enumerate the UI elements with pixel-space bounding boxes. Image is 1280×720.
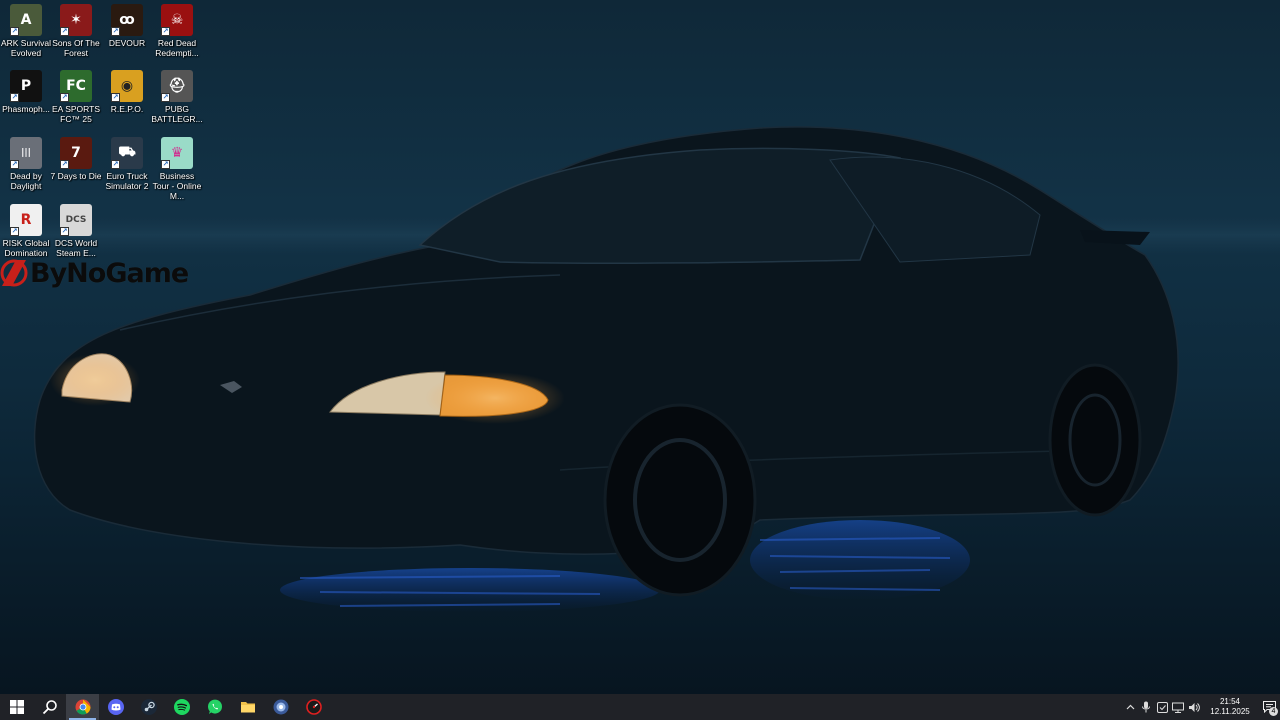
notification-center-button[interactable]: 4 bbox=[1258, 694, 1280, 720]
speedometer-icon bbox=[305, 699, 322, 715]
app-circle-icon bbox=[273, 699, 288, 715]
app-9-button[interactable] bbox=[297, 694, 330, 720]
file-explorer-button[interactable] bbox=[231, 694, 264, 720]
search-icon bbox=[42, 700, 57, 715]
folder-icon bbox=[240, 702, 255, 713]
desktop-shortcut[interactable]: ✶ ↗ Sons Of The Forest bbox=[51, 4, 101, 68]
repo-icon: ◉ ↗ bbox=[111, 70, 143, 102]
dead-by-daylight-icon: ||| ↗ bbox=[10, 137, 42, 169]
business-tour-icon: ♛ ↗ bbox=[161, 137, 193, 169]
notification-count-badge: 4 bbox=[1269, 707, 1278, 716]
shortcut-arrow-icon: ↗ bbox=[60, 227, 69, 236]
desktop-shortcut[interactable]: ||| ↗ Dead by Daylight bbox=[1, 137, 51, 201]
tray-app-button[interactable] bbox=[1154, 694, 1170, 720]
desktop-shortcut[interactable]: ꝏ ↗ DEVOUR bbox=[102, 4, 152, 68]
shortcut-arrow-icon: ↗ bbox=[161, 160, 170, 169]
spotify-button[interactable] bbox=[165, 694, 198, 720]
bynogame-logo-icon bbox=[0, 259, 28, 287]
app-8-button[interactable] bbox=[264, 694, 297, 720]
desktop-shortcut-label: Euro Truck Simulator 2 bbox=[105, 171, 149, 191]
discord-icon bbox=[107, 699, 124, 715]
tray-app-icon bbox=[1156, 701, 1168, 713]
clock-date: 12.11.2025 bbox=[1210, 707, 1250, 716]
desktop-shortcut[interactable]: A ↗ ARK Survival Evolved bbox=[1, 4, 51, 68]
desktop-shortcut[interactable]: P ↗ Phasmoph... bbox=[1, 70, 51, 134]
shortcut-arrow-icon: ↗ bbox=[111, 93, 120, 102]
desktop-shortcut[interactable]: ♛ ↗ Business Tour - Online M... bbox=[152, 137, 202, 201]
shortcut-arrow-icon: ↗ bbox=[111, 160, 120, 169]
desktop-shortcut-label: Red Dead Redempti... bbox=[155, 38, 199, 58]
chevron-up-icon bbox=[1126, 704, 1134, 709]
pubg-icon: ⛑ ↗ bbox=[161, 70, 193, 102]
taskbar: 21:54 12.11.2025 4 bbox=[0, 694, 1280, 720]
phasmophobia-icon: P ↗ bbox=[10, 70, 42, 102]
volume-button[interactable] bbox=[1186, 694, 1202, 720]
dcs-icon: DCS ↗ bbox=[60, 204, 92, 236]
desktop-shortcut-label: PUBG BATTLEGR... bbox=[151, 104, 203, 124]
sons-of-the-forest-icon: ✶ ↗ bbox=[60, 4, 92, 36]
spotify-icon bbox=[173, 699, 190, 715]
shortcut-arrow-icon: ↗ bbox=[161, 27, 170, 36]
shortcut-arrow-icon: ↗ bbox=[10, 27, 19, 36]
discord-button[interactable] bbox=[99, 694, 132, 720]
shortcut-arrow-icon: ↗ bbox=[60, 27, 69, 36]
clock-time: 21:54 bbox=[1219, 697, 1241, 706]
desktop-shortcut[interactable]: ⛟ ↗ Euro Truck Simulator 2 bbox=[102, 137, 152, 201]
desktop-shortcut-label: Business Tour - Online M... bbox=[152, 171, 202, 201]
risk-icon: R ↗ bbox=[10, 204, 42, 236]
shortcut-arrow-icon: ↗ bbox=[10, 160, 19, 169]
ea-fc-icon: FC ↗ bbox=[60, 70, 92, 102]
chrome-button[interactable] bbox=[66, 694, 99, 720]
desktop-shortcut-label: ARK Survival Evolved bbox=[0, 38, 52, 58]
desktop-shortcut-label: 7 Days to Die bbox=[50, 171, 102, 181]
desktop-shortcut[interactable]: ◉ ↗ R.E.P.O. bbox=[102, 70, 152, 134]
network-button[interactable] bbox=[1170, 694, 1186, 720]
desktop-shortcut-label: Phasmoph... bbox=[2, 104, 50, 114]
desktop-shortcut-label: Dead by Daylight bbox=[10, 171, 42, 191]
start-button[interactable] bbox=[0, 694, 33, 720]
clock[interactable]: 21:54 12.11.2025 bbox=[1206, 697, 1254, 717]
watermark-text: ByNoGame bbox=[30, 257, 189, 289]
desktop-shortcut-label: R.E.P.O. bbox=[110, 104, 144, 114]
7-days-to-die-icon: 7 ↗ bbox=[60, 137, 92, 169]
shortcut-arrow-icon: ↗ bbox=[161, 93, 170, 102]
desktop-shortcut[interactable]: FC ↗ EA SPORTS FC™ 25 bbox=[51, 70, 101, 134]
shortcut-arrow-icon: ↗ bbox=[60, 93, 69, 102]
desktop-shortcut-label: Sons Of The Forest bbox=[52, 38, 100, 58]
microphone-icon bbox=[1142, 701, 1150, 713]
steam-button[interactable] bbox=[132, 694, 165, 720]
show-hidden-icons-button[interactable] bbox=[1122, 694, 1138, 720]
shortcut-arrow-icon: ↗ bbox=[60, 160, 69, 169]
search-button[interactable] bbox=[33, 694, 66, 720]
chrome-icon bbox=[75, 699, 90, 715]
desktop-shortcut-label: DEVOUR bbox=[108, 38, 146, 48]
shortcut-arrow-icon: ↗ bbox=[111, 27, 120, 36]
whatsapp-icon bbox=[207, 699, 222, 714]
whatsapp-button[interactable] bbox=[198, 694, 231, 720]
red-dead-icon: ☠ ↗ bbox=[161, 4, 193, 36]
desktop-shortcut[interactable]: ⛑ ↗ PUBG BATTLEGR... bbox=[151, 70, 203, 134]
desktop-shortcut[interactable]: 7 ↗ 7 Days to Die bbox=[50, 137, 102, 201]
desktop-shortcut-label: EA SPORTS FC™ 25 bbox=[51, 104, 101, 124]
ark-icon: A ↗ bbox=[10, 4, 42, 36]
microphone-button[interactable] bbox=[1138, 694, 1154, 720]
network-icon bbox=[1172, 702, 1184, 713]
volume-icon bbox=[1189, 702, 1200, 712]
devour-icon: ꝏ ↗ bbox=[111, 4, 143, 36]
euro-truck-icon: ⛟ ↗ bbox=[111, 137, 143, 169]
shortcut-arrow-icon: ↗ bbox=[10, 227, 19, 236]
system-tray: 21:54 12.11.2025 4 bbox=[1122, 694, 1280, 720]
windows-icon bbox=[9, 700, 24, 714]
steam-icon bbox=[140, 699, 157, 715]
shortcut-arrow-icon: ↗ bbox=[10, 93, 19, 102]
desktop-shortcut[interactable]: ☠ ↗ Red Dead Redempti... bbox=[152, 4, 202, 68]
bynogame-watermark: ByNoGame bbox=[0, 255, 189, 291]
